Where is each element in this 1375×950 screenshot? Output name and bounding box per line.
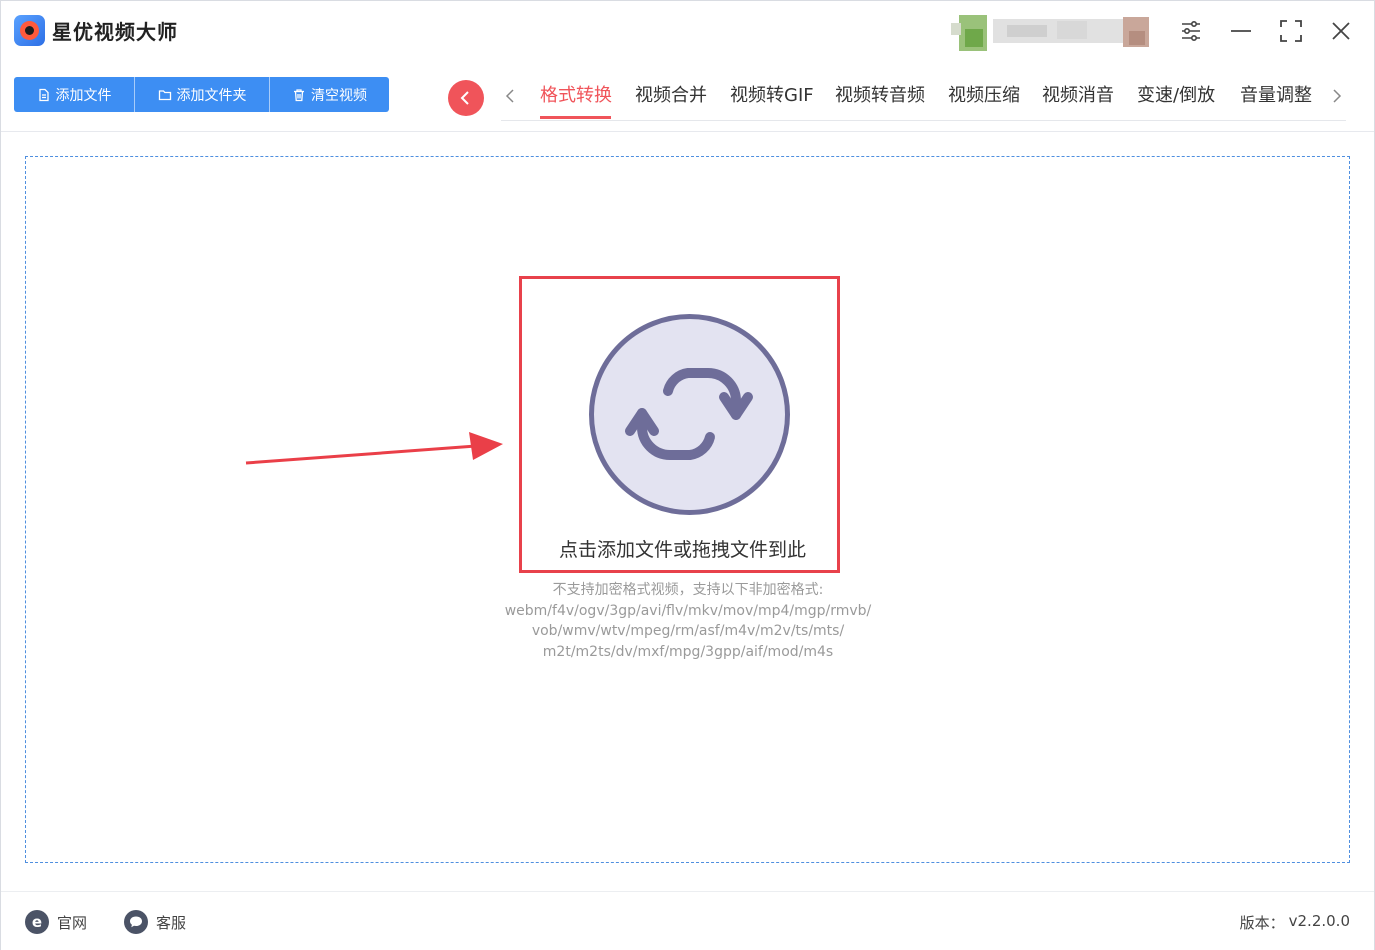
active-tab-indicator xyxy=(540,116,611,119)
app-window: 星优视频大师 添加文件 添加文件夹 清空视频 格式转换 视频合并 视频转GIF … xyxy=(0,0,1375,950)
trash-icon xyxy=(294,88,304,101)
title-bar: 星优视频大师 xyxy=(1,1,1374,61)
version-info: 版本： v2.2.0.0 xyxy=(1240,912,1350,933)
annotation-arrow xyxy=(241,431,511,471)
add-file-label: 添加文件 xyxy=(55,87,112,104)
add-folder-button[interactable]: 添加文件夹 xyxy=(134,77,269,112)
add-folder-label: 添加文件夹 xyxy=(176,87,247,104)
tab-video-to-gif[interactable]: 视频转GIF xyxy=(730,83,814,109)
file-button-group: 添加文件 添加文件夹 清空视频 xyxy=(14,77,389,112)
official-website-link[interactable]: e 官网 xyxy=(25,909,87,935)
tab-speed-reverse[interactable]: 变速/倒放 xyxy=(1137,83,1215,109)
clear-videos-button[interactable]: 清空视频 xyxy=(269,77,389,112)
official-website-label: 官网 xyxy=(57,913,88,932)
minimize-icon[interactable] xyxy=(1225,15,1257,47)
formats-line: webm/f4v/ogv/3gp/avi/flv/mkv/mov/mp4/mgp… xyxy=(504,602,872,619)
tabs-scroll-left-icon[interactable] xyxy=(501,85,519,107)
formats-line: 不支持加密格式视频，支持以下非加密格式: xyxy=(552,582,824,598)
version-value: v2.2.0.0 xyxy=(1288,912,1350,930)
tab-video-merge[interactable]: 视频合并 xyxy=(635,83,707,109)
tab-video-mute[interactable]: 视频消音 xyxy=(1042,83,1114,109)
tab-video-to-audio[interactable]: 视频转音频 xyxy=(835,83,925,109)
supported-formats-text: 不支持加密格式视频，支持以下非加密格式: webm/f4v/ogv/3gp/av… xyxy=(438,580,938,662)
drop-zone-label[interactable]: 点击添加文件或拖拽文件到此 xyxy=(519,535,859,562)
formats-line: m2t/m2ts/dv/mxf/mpg/3gpp/aif/mod/m4s xyxy=(542,643,834,660)
chevron-left-icon xyxy=(460,91,469,105)
close-icon[interactable] xyxy=(1325,15,1357,47)
tab-format-convert[interactable]: 格式转换 xyxy=(540,83,612,109)
tab-volume-adjust[interactable]: 音量调整 xyxy=(1240,83,1312,109)
tab-video-compress[interactable]: 视频压缩 xyxy=(948,83,1020,109)
toolbar: 添加文件 添加文件夹 清空视频 格式转换 视频合并 视频转GIF 视频转音频 视… xyxy=(1,61,1374,132)
tabs-scroll-right-icon[interactable] xyxy=(1328,85,1346,107)
chat-bubble-icon xyxy=(124,910,148,934)
formats-line: vob/wmv/wtv/mpeg/rm/asf/m4v/m2v/ts/mts/ xyxy=(531,623,845,639)
maximize-icon[interactable] xyxy=(1275,15,1307,47)
svg-text:e: e xyxy=(32,913,42,931)
account-avatar-blurred[interactable] xyxy=(947,15,1149,51)
clear-videos-label: 清空视频 xyxy=(311,87,367,104)
footer-bar: e 官网 客服 版本： v2.2.0.0 xyxy=(1,891,1374,950)
file-icon xyxy=(38,88,49,101)
app-title: 星优视频大师 xyxy=(52,20,178,44)
folder-icon xyxy=(158,89,171,100)
settings-sliders-icon[interactable] xyxy=(1175,15,1207,47)
version-label: 版本： xyxy=(1239,914,1285,932)
customer-service-label: 客服 xyxy=(156,913,187,932)
add-file-button[interactable]: 添加文件 xyxy=(14,77,134,112)
feature-tabs: 格式转换 视频合并 视频转GIF 视频转音频 视频压缩 视频消音 变速/倒放 音… xyxy=(501,61,1346,121)
collapse-back-button[interactable] xyxy=(448,80,484,116)
convert-icon[interactable] xyxy=(588,313,791,516)
app-logo xyxy=(14,15,45,46)
browser-e-icon: e xyxy=(25,910,49,934)
customer-service-link[interactable]: 客服 xyxy=(124,909,186,935)
